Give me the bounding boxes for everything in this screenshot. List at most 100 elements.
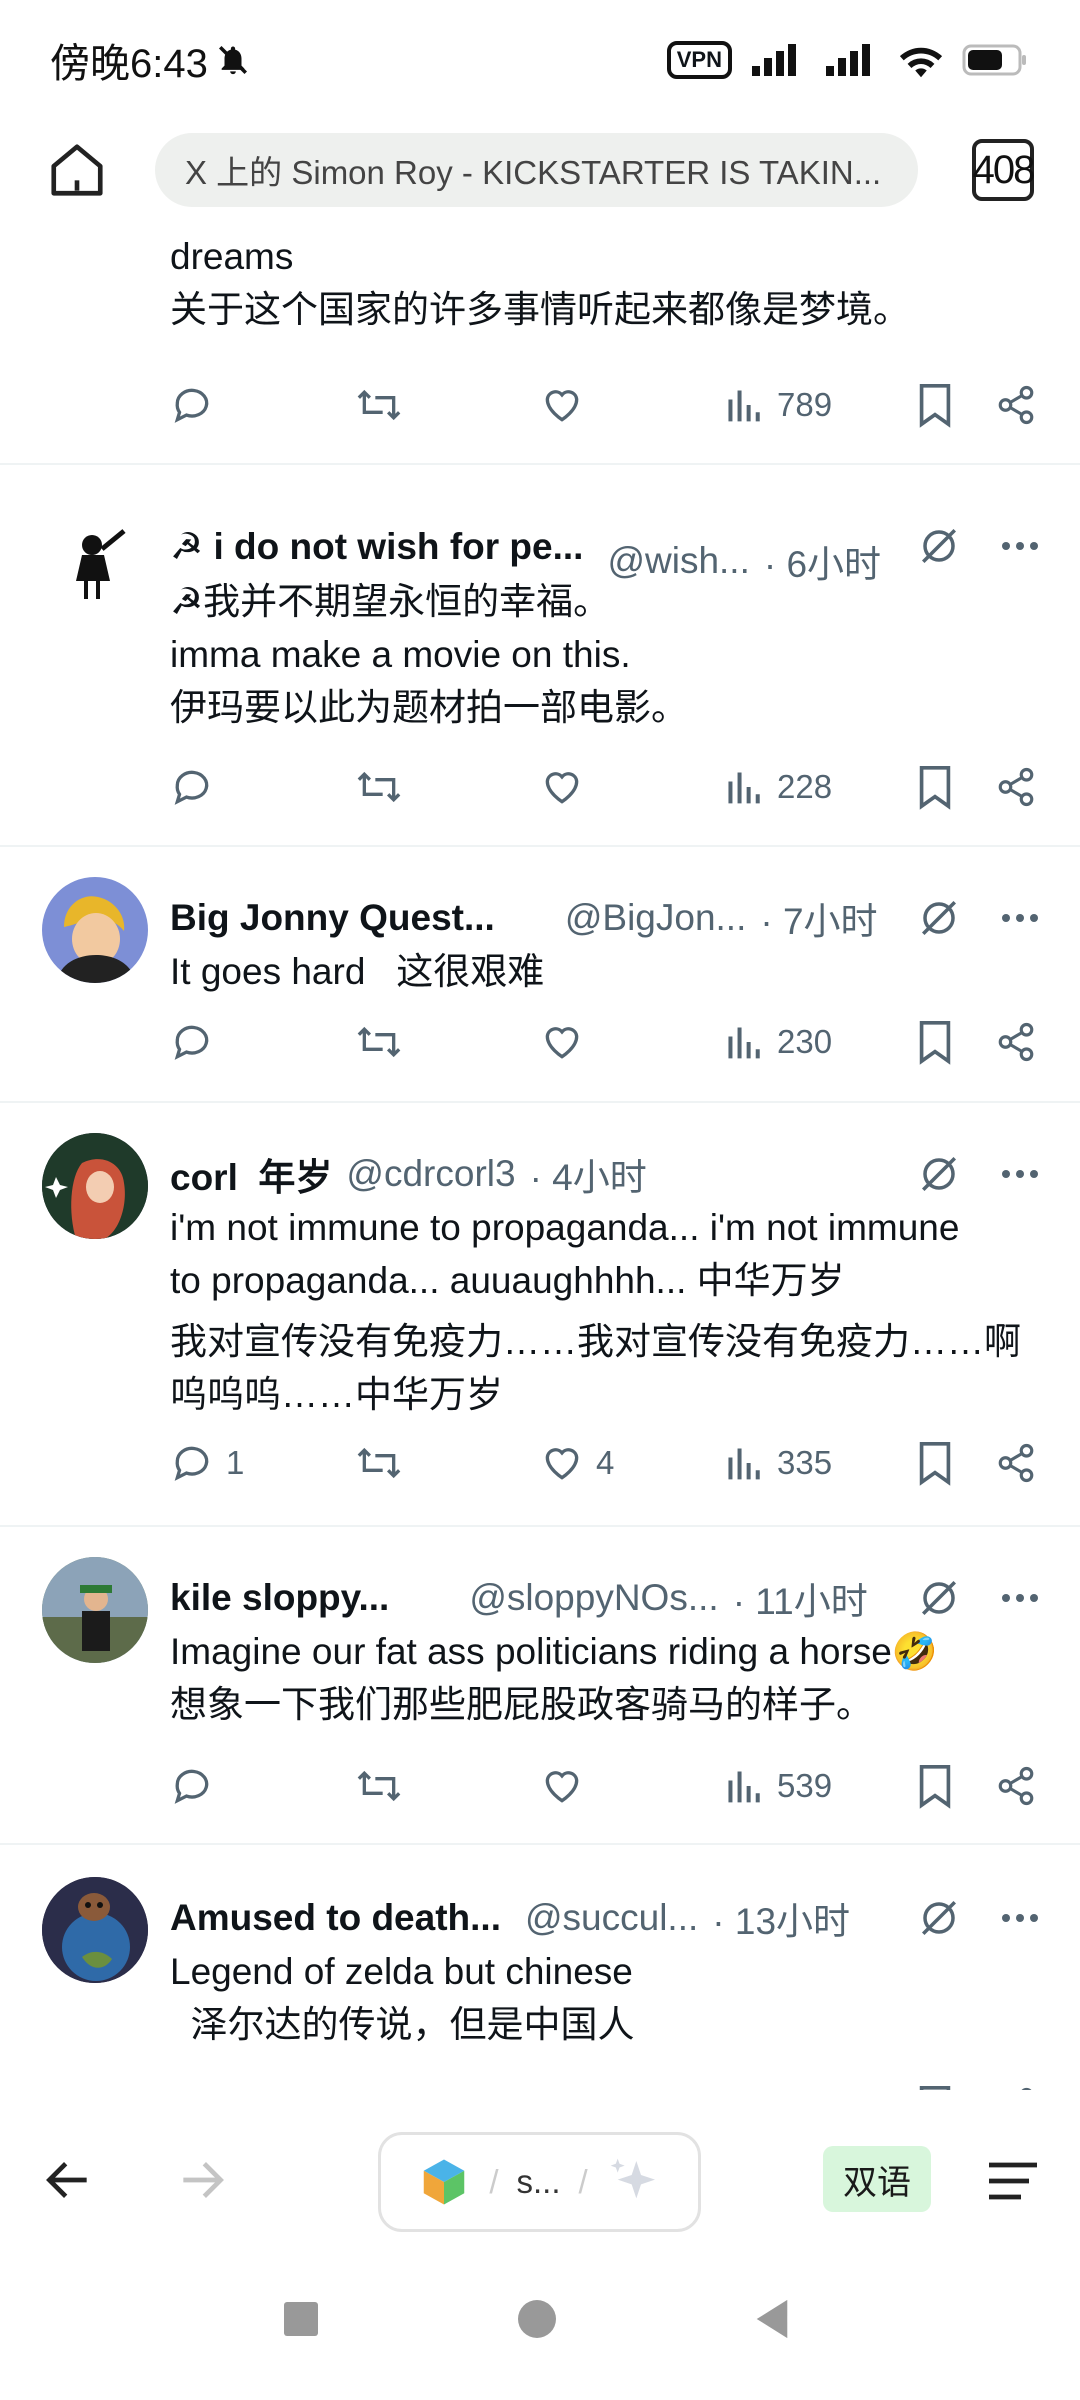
share-button[interactable]: [995, 375, 1037, 435]
views-button[interactable]: 536: [725, 2077, 832, 2090]
user-name[interactable]: Big Jonny Quest...: [170, 897, 495, 939]
bookmark-icon: [919, 384, 951, 428]
home-icon[interactable]: [46, 139, 108, 201]
home-button[interactable]: [518, 2300, 556, 2338]
sparkle-icon[interactable]: [606, 2154, 662, 2210]
retweet-button[interactable]: [355, 757, 403, 817]
menu-icon[interactable]: [985, 2158, 1041, 2204]
views-button[interactable]: 335: [725, 1433, 832, 1493]
tweet-translation-2: 呜呜呜……中华万岁: [170, 1374, 503, 1415]
like-button[interactable]: 2: [540, 2077, 614, 2090]
user-name[interactable]: kile sloppy...: [170, 1577, 389, 1619]
bookmark-button[interactable]: [915, 1012, 955, 1072]
views-icon: [728, 1027, 760, 1059]
back-button[interactable]: [752, 2298, 792, 2340]
back-arrow-icon[interactable]: [40, 2152, 96, 2208]
share-icon: [998, 1443, 1034, 1483]
views-count: 789: [777, 386, 833, 423]
tweet-text-2: to propaganda... auuaughhhh... 中华万岁: [170, 1260, 845, 1301]
bookmark-button[interactable]: [915, 757, 955, 817]
tab-count-button[interactable]: 408: [972, 139, 1035, 201]
share-button[interactable]: [995, 757, 1037, 817]
bookmark-icon: [919, 766, 951, 810]
views-count: 335: [777, 1444, 833, 1481]
like-button[interactable]: [540, 1012, 584, 1072]
share-button[interactable]: [995, 1756, 1037, 1816]
reply-button[interactable]: [170, 2077, 214, 2090]
more-icon[interactable]: [1000, 1912, 1040, 1924]
like-button[interactable]: [540, 375, 584, 435]
grok-icon[interactable]: [918, 1897, 960, 1939]
retweet-button[interactable]: [355, 1756, 403, 1816]
reply-button[interactable]: [170, 1012, 214, 1072]
like-icon: [545, 390, 579, 422]
grok-icon[interactable]: [918, 1577, 960, 1619]
more-icon[interactable]: [1000, 540, 1040, 552]
tweet[interactable]: ☭ i do not wish for pe... @wish... · 6小时…: [0, 465, 1080, 847]
reply-button[interactable]: [170, 1756, 214, 1816]
status-bar: 傍晚6:43 VPN: [0, 0, 1080, 120]
tweet[interactable]: corl 年岁 @cdrcorl3 · 4小时 i'm not immune t…: [0, 1103, 1080, 1527]
share-button[interactable]: [995, 2077, 1037, 2090]
views-button[interactable]: 230: [725, 1012, 832, 1072]
bookmark-button[interactable]: [915, 1756, 955, 1816]
tweet-actions: 230: [170, 1012, 1040, 1072]
tweet[interactable]: kile sloppy... @sloppyNOs... · 11小时 Imag…: [0, 1527, 1080, 1845]
bookmark-button[interactable]: [915, 375, 955, 435]
user-name[interactable]: Amused to death...: [170, 1897, 501, 1939]
url-bar[interactable]: X 上的 Simon Roy - KICKSTARTER IS TAKIN...: [155, 133, 918, 207]
grok-icon[interactable]: [918, 897, 960, 939]
bookmark-button[interactable]: [915, 1433, 955, 1493]
retweet-icon: [357, 1447, 401, 1479]
share-button[interactable]: [995, 1012, 1037, 1072]
reply-count: 1: [226, 1444, 245, 1481]
user-name[interactable]: ☭ i do not wish for pe...: [170, 525, 583, 568]
tweet[interactable]: Amused to death... @succul... · 13小时 Leg…: [0, 1845, 1080, 2090]
like-button[interactable]: [540, 1756, 584, 1816]
grok-icon[interactable]: [918, 1153, 960, 1195]
tweet[interactable]: dreams 关于这个国家的许多事情听起来都像是梦境。 789: [0, 220, 1080, 465]
reply-button[interactable]: 1: [170, 1433, 244, 1493]
reply-icon: [174, 770, 209, 805]
retweet-button[interactable]: [355, 2077, 403, 2090]
recent-apps-button[interactable]: [284, 2302, 318, 2336]
address-row: X 上的 Simon Roy - KICKSTARTER IS TAKIN...…: [0, 125, 1080, 215]
more-icon[interactable]: [1000, 1592, 1040, 1604]
share-button[interactable]: [995, 1433, 1037, 1493]
views-button[interactable]: 539: [725, 1756, 832, 1816]
avatar[interactable]: [42, 1133, 148, 1239]
extension-pill[interactable]: / s... /: [378, 2132, 701, 2232]
tweet-feed[interactable]: dreams 关于这个国家的许多事情听起来都像是梦境。 789 ☭ i do n…: [0, 220, 1080, 2090]
avatar[interactable]: [42, 1877, 148, 1983]
retweet-button[interactable]: [355, 375, 403, 435]
grok-icon[interactable]: [918, 525, 960, 567]
avatar[interactable]: [42, 1557, 148, 1663]
tweet-text: Legend of zelda but chinese: [170, 1951, 633, 1992]
like-button[interactable]: 4: [540, 1433, 614, 1493]
wifi-icon: [899, 47, 943, 78]
retweet-button[interactable]: [355, 1012, 403, 1072]
retweet-button[interactable]: [355, 1433, 403, 1493]
avatar[interactable]: [42, 877, 148, 983]
views-button[interactable]: 789: [725, 375, 832, 435]
tweet[interactable]: Big Jonny Quest... @BigJon... · 7小时 It g…: [0, 847, 1080, 1103]
views-button[interactable]: 228: [725, 757, 832, 817]
user-handle: @BigJon...: [564, 897, 747, 938]
retweet-icon: [357, 1026, 401, 1058]
like-button[interactable]: [540, 757, 584, 817]
avatar[interactable]: [42, 505, 148, 611]
reply-icon: [174, 1769, 209, 1804]
more-icon[interactable]: [1000, 912, 1040, 924]
bilingual-toggle[interactable]: 双语: [823, 2146, 931, 2212]
user-name[interactable]: corl 年岁: [170, 1147, 332, 1201]
status-time: 傍晚6:43: [50, 42, 208, 86]
tweet-translation: 泽尔达的传说，但是中国人: [170, 2004, 635, 2045]
system-nav-bar: [0, 2270, 1080, 2400]
more-icon[interactable]: [1000, 1168, 1040, 1180]
tweet-time: · 13小时: [712, 1901, 851, 1942]
user-handle: @sloppyNOs...: [469, 1577, 719, 1618]
bookmark-button[interactable]: [915, 2077, 955, 2090]
reply-button[interactable]: [170, 375, 214, 435]
reply-button[interactable]: [170, 757, 214, 817]
forward-arrow-icon[interactable]: [174, 2152, 230, 2208]
